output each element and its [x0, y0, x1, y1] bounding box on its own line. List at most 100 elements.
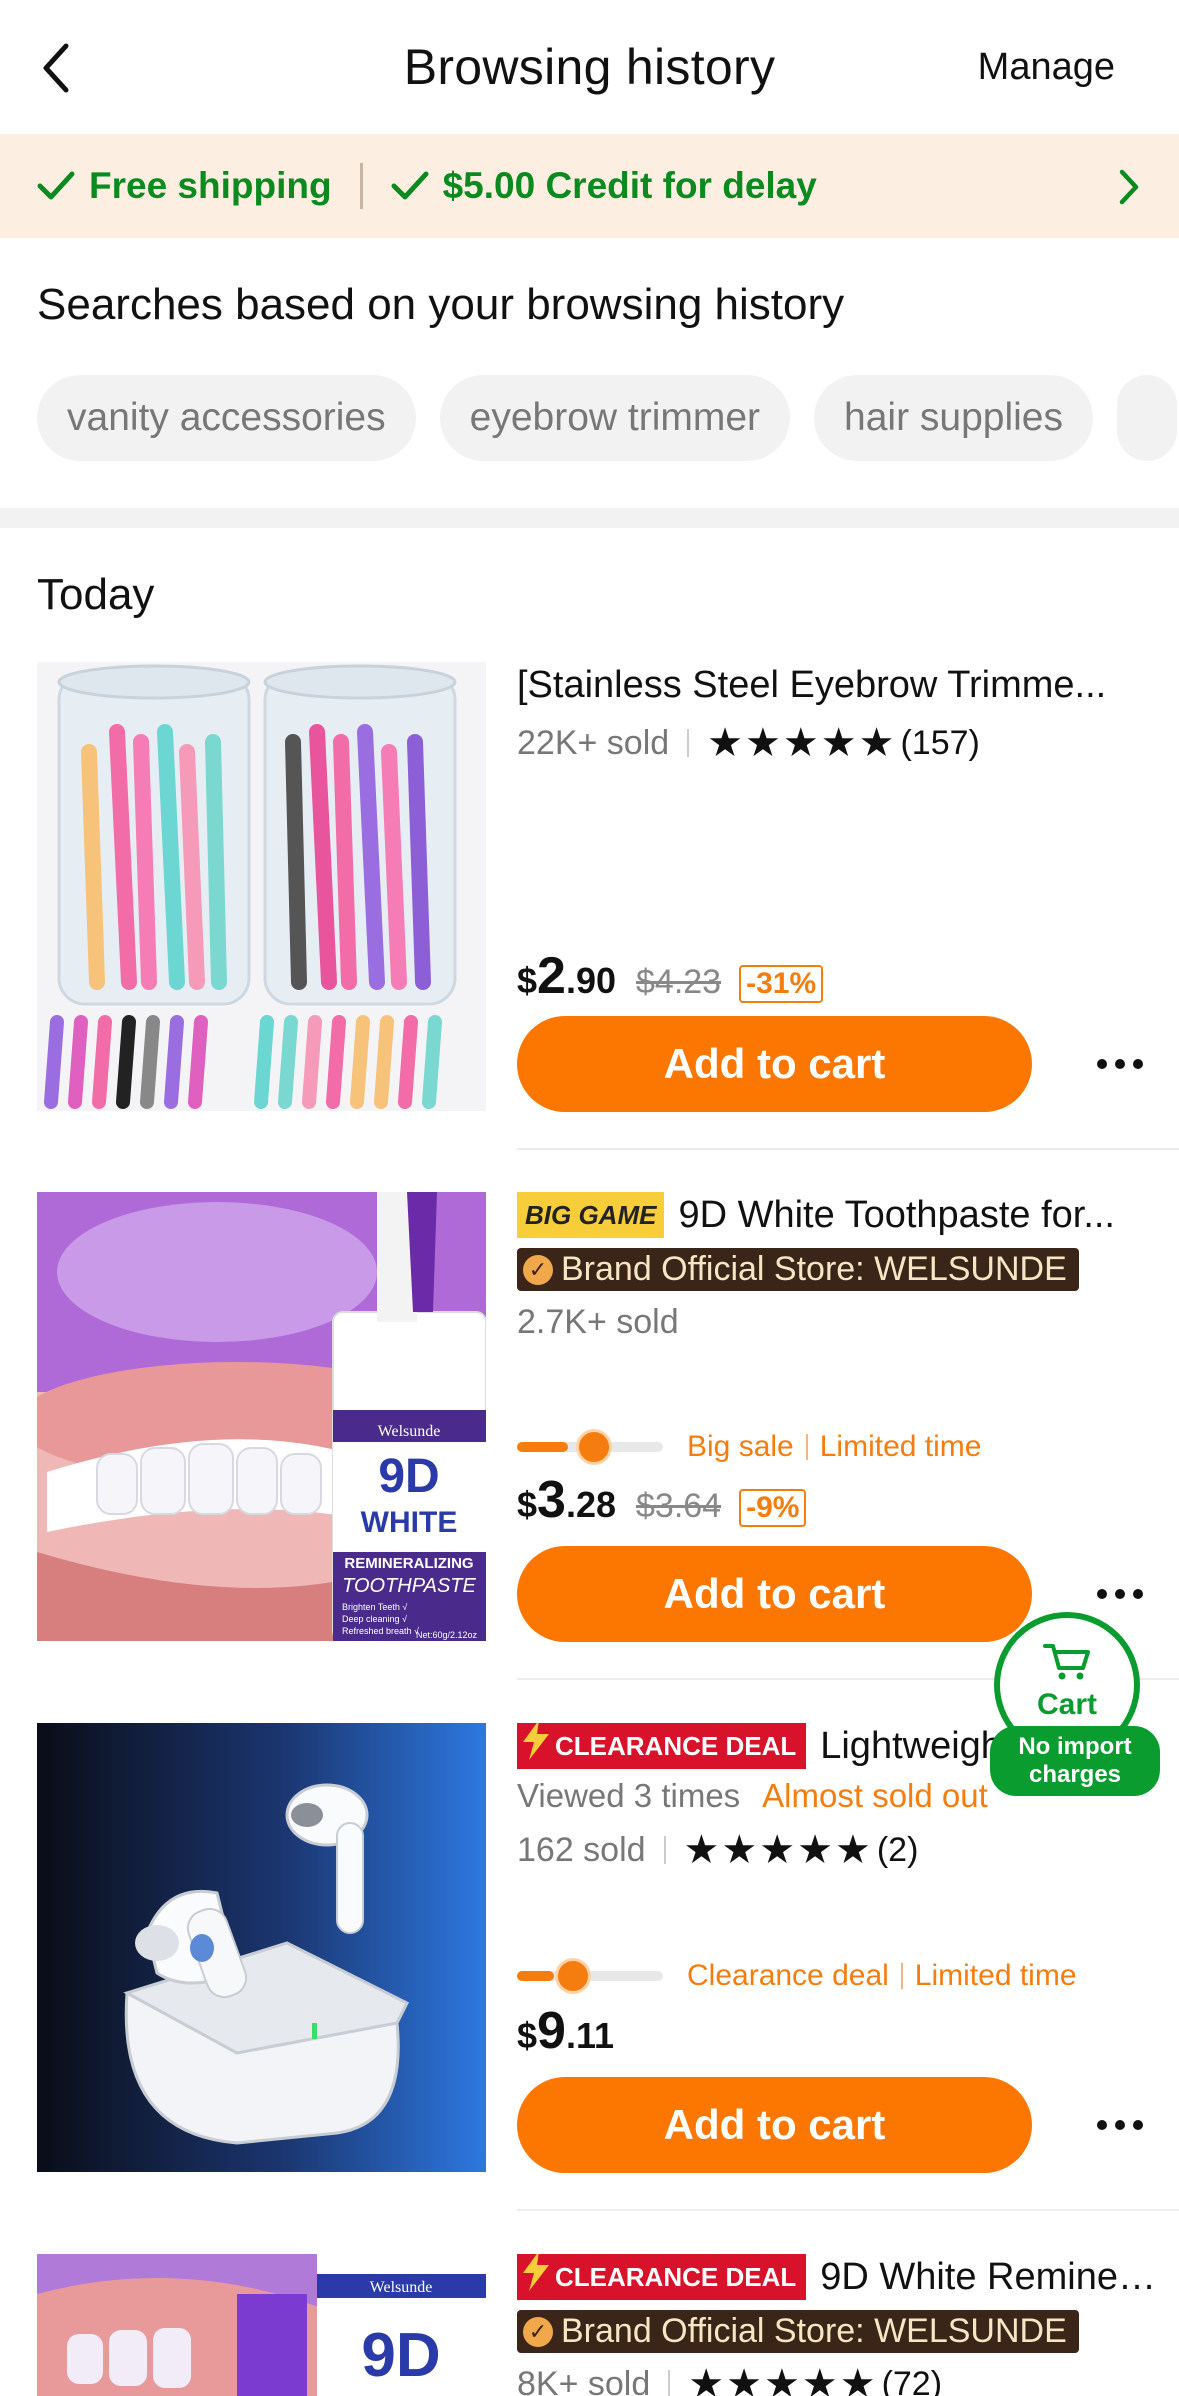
free-shipping-label: Free shipping — [89, 165, 332, 206]
deal-label: Clearance deal — [687, 1959, 889, 1992]
no-import-charges-tag: No import charges — [990, 1726, 1160, 1796]
bottle-white: WHITE — [361, 1506, 458, 1539]
product-card[interactable]: Welsunde 9D CLEARANCE DEAL 9D White Remi… — [0, 2254, 1179, 2396]
original-price: $3.64 — [636, 1487, 722, 1525]
product-image-toothpaste-tube[interactable]: Welsunde 9D — [37, 2254, 486, 2396]
search-chip[interactable]: vanity accessories — [37, 375, 416, 461]
search-chip[interactable]: eyebrow trimmer — [439, 375, 791, 461]
product-title-text: 9D White Reminera... — [820, 2256, 1157, 2298]
promo-banner[interactable]: Free shipping $5.00 Credit for delay — [0, 134, 1179, 238]
add-to-cart-button[interactable]: Add to cart — [517, 1546, 1032, 1642]
store-name: Brand Official Store: WELSUNDE — [561, 1250, 1067, 1288]
rating-count: (157) — [900, 723, 980, 762]
product-title[interactable]: BIG GAME 9D White Toothpaste for... — [517, 1192, 1157, 1238]
price-currency: $ — [517, 960, 538, 1001]
price-currency: $ — [517, 1484, 538, 1525]
product-card[interactable]: [Stainless Steel Eyebrow Trimme... 22K+ … — [0, 662, 1179, 1192]
star-icon: ★ — [858, 721, 895, 765]
search-chips: vanity accessories eyebrow trimmer hair … — [37, 375, 1177, 461]
deal-row: Clearance deal Limited time — [517, 1958, 1077, 1994]
star-icon: ★ — [688, 2362, 725, 2396]
star-icon: ★ — [820, 721, 857, 765]
product-image-eyebrow-trimmers[interactable] — [37, 662, 486, 1111]
product-image-toothpaste[interactable]: Welsunde 9D WHITE REMINERALIZING TOOTHPA… — [37, 1192, 486, 1641]
deal-progress-fill — [517, 1971, 554, 1981]
verified-store-icon: ✓ — [523, 2316, 553, 2347]
lightning-icon — [523, 1723, 549, 1760]
product-meta: 8K+ sold ★ ★ ★ ★ ★ (72) — [517, 2361, 1157, 2396]
bottle-benefit-3: Refreshed breath √ — [342, 1626, 419, 1636]
deal-divider — [805, 1434, 808, 1460]
star-icon: ★ — [721, 1828, 758, 1872]
deal-time-label: Limited time — [819, 1430, 982, 1463]
rating-count: (72) — [881, 2364, 943, 2396]
free-shipping-item: Free shipping — [37, 165, 332, 207]
product-title[interactable]: CLEARANCE DEAL 9D White Reminera... — [517, 2254, 1157, 2300]
top-bar: Browsing history Manage — [0, 0, 1179, 134]
star-rating: ★ ★ ★ ★ ★ (157) — [707, 720, 980, 766]
product-title-text: 9D White Toothpaste for... — [678, 1194, 1115, 1236]
floating-cart-button[interactable]: Cart No import charges — [990, 1612, 1160, 1802]
price-currency: $ — [517, 2015, 538, 2056]
discount-badge: -9% — [739, 1489, 807, 1527]
more-options-icon[interactable] — [1090, 1034, 1150, 1094]
tube-9d: 9D — [361, 2321, 440, 2390]
star-icon: ★ — [759, 1828, 796, 1872]
cart-label: Cart — [1036, 1688, 1097, 1721]
bottle-benefit-1: Brighten Teeth √ — [342, 1602, 407, 1612]
star-icon: ★ — [834, 1828, 871, 1872]
store-badge[interactable]: ✓ Brand Official Store: WELSUNDE — [517, 2310, 1079, 2353]
star-icon: ★ — [801, 2362, 838, 2396]
product-meta: 22K+ sold ★ ★ ★ ★ ★ (157) — [517, 720, 1157, 766]
product-info: BIG GAME 9D White Toothpaste for... ✓ Br… — [517, 1192, 1157, 1642]
bottle-brand: Welsunde — [378, 1423, 441, 1440]
check-icon — [37, 171, 75, 200]
search-chip[interactable]: hair supplies — [814, 375, 1093, 461]
price-row: $ 9 .11 — [517, 2001, 634, 2061]
product-card[interactable]: CLEARANCE DEAL Lightweight Viewed 3 time… — [0, 1723, 1179, 2253]
price-decimal: .11 — [565, 2015, 615, 2056]
deal-progress-fill — [517, 1442, 569, 1452]
big-game-badge: BIG GAME — [517, 1192, 665, 1238]
clearance-badge-text: CLEARANCE DEAL — [555, 2262, 797, 2292]
sold-count: 162 sold — [517, 1830, 646, 1869]
sold-count: 2.7K+ sold — [517, 1302, 679, 1341]
product-title-text: [Stainless Steel Eyebrow Trimme... — [517, 664, 1107, 706]
card-divider — [517, 2209, 1179, 2211]
add-to-cart-button[interactable]: Add to cart — [517, 1016, 1032, 1112]
star-icon: ★ — [707, 721, 744, 765]
deal-row: Big sale Limited time — [517, 1429, 982, 1465]
cart-icon — [1043, 1644, 1090, 1680]
chevron-right-icon[interactable] — [1117, 168, 1141, 211]
product-title[interactable]: [Stainless Steel Eyebrow Trimme... — [517, 662, 1157, 708]
tag-line-1: No import — [1018, 1733, 1132, 1760]
section-today-heading: Today — [37, 570, 155, 619]
star-icon: ★ — [839, 2362, 876, 2396]
star-icon: ★ — [683, 1828, 720, 1872]
store-badge[interactable]: ✓ Brand Official Store: WELSUNDE — [517, 1248, 1079, 1291]
price-decimal: .90 — [565, 960, 616, 1001]
product-image-earbuds[interactable] — [37, 1723, 486, 2172]
product-title-text: Lightweight — [820, 1725, 1013, 1767]
add-to-cart-button[interactable]: Add to cart — [517, 2077, 1032, 2173]
bottle-9d: 9D — [378, 1450, 439, 1503]
more-options-icon[interactable] — [1090, 2095, 1150, 2155]
store-name: Brand Official Store: WELSUNDE — [561, 2312, 1067, 2350]
check-icon — [391, 171, 429, 200]
price-decimal: .28 — [565, 1484, 616, 1525]
card-divider — [517, 1148, 1179, 1150]
star-icon: ★ — [797, 1828, 833, 1872]
deal-progress-bar — [517, 1429, 663, 1465]
bottle-sub1: REMINERALIZING — [344, 1555, 473, 1572]
verified-store-icon: ✓ — [523, 1254, 553, 1285]
manage-button[interactable]: Manage — [978, 46, 1115, 89]
bottle-net: Net:60g/2.12oz — [416, 1630, 478, 1640]
clock-icon — [576, 1429, 612, 1465]
star-icon: ★ — [726, 2362, 762, 2396]
clearance-badge-text: CLEARANCE DEAL — [555, 1731, 797, 1761]
meta-divider — [663, 1836, 666, 1864]
star-rating: ★ ★ ★ ★ ★ (2) — [684, 1827, 919, 1873]
search-chip-partial[interactable] — [1117, 375, 1177, 461]
credit-item: $5.00 Credit for delay — [391, 165, 817, 207]
meta-divider — [668, 2370, 671, 2396]
